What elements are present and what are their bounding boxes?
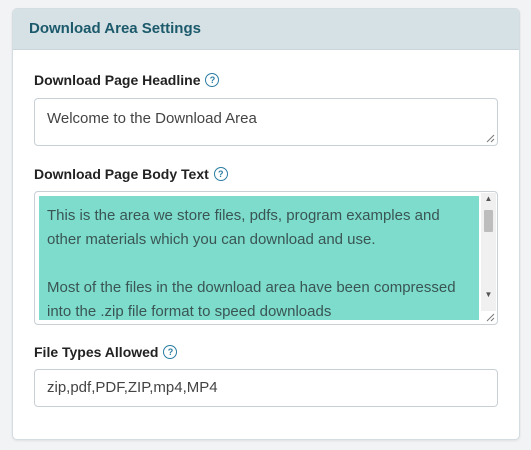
file-types-label-text: File Types Allowed	[34, 344, 159, 360]
help-icon[interactable]: ?	[213, 167, 228, 181]
panel-title: Download Area Settings	[29, 20, 201, 37]
resize-grip-icon[interactable]	[486, 313, 495, 322]
body-text-paragraph-2: Most of the files in the download area h…	[47, 279, 456, 320]
file-types-input[interactable]: zip,pdf,PDF,ZIP,mp4,MP4	[34, 369, 498, 407]
scroll-up-arrow-icon[interactable]: ▲	[481, 193, 496, 205]
body-text-label: Download Page Body Text ?	[34, 166, 228, 182]
help-icon[interactable]: ?	[205, 73, 220, 87]
file-types-label: File Types Allowed ?	[34, 344, 178, 360]
headline-value: Welcome to the Download Area	[47, 110, 257, 127]
panel-header: Download Area Settings	[13, 9, 519, 50]
file-types-value: zip,pdf,PDF,ZIP,mp4,MP4	[47, 379, 218, 396]
headline-label: Download Page Headline ?	[34, 72, 220, 88]
body-text-scrollbar[interactable]: ▲ ▼	[481, 193, 496, 311]
headline-label-text: Download Page Headline	[34, 72, 201, 88]
body-text-selection: This is the area we store files, pdfs, p…	[39, 196, 479, 320]
body-text-textarea[interactable]: This is the area we store files, pdfs, p…	[34, 191, 498, 325]
scroll-thumb[interactable]	[484, 210, 493, 232]
body-text-paragraph-1: This is the area we store files, pdfs, p…	[47, 207, 440, 248]
scroll-down-arrow-icon[interactable]: ▼	[481, 289, 496, 301]
resize-grip-icon[interactable]	[486, 134, 495, 143]
body-text-label-text: Download Page Body Text	[34, 166, 209, 182]
download-area-settings-panel: Download Area Settings Download Page Hea…	[12, 8, 520, 440]
help-icon[interactable]: ?	[163, 345, 178, 359]
headline-textarea[interactable]: Welcome to the Download Area	[34, 98, 498, 146]
